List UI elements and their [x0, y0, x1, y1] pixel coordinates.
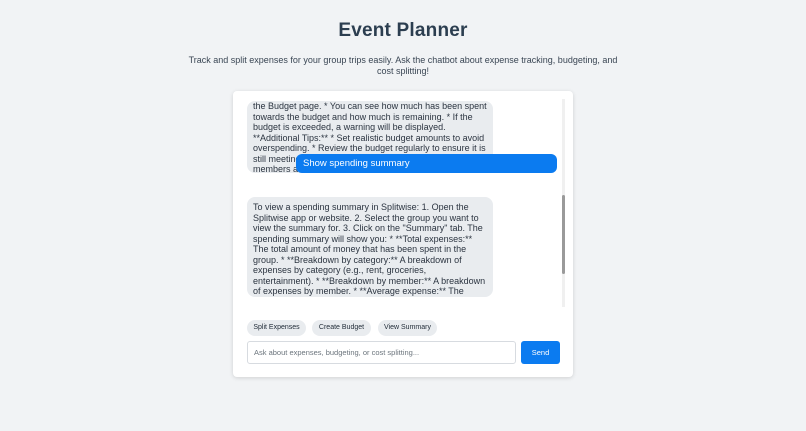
bot-message: To view a spending summary in Splitwise:…	[247, 197, 493, 297]
chat-card: the Budget page. * You can see how much …	[233, 91, 573, 377]
chat-scrollbar-thumb[interactable]	[562, 195, 565, 274]
chat-messages[interactable]: the Budget page. * You can see how much …	[233, 99, 573, 311]
page-title: Event Planner	[338, 20, 468, 41]
view-summary-button[interactable]: View Summary	[378, 320, 437, 336]
composer: Send	[247, 341, 560, 364]
chat-input[interactable]	[247, 341, 516, 364]
user-message: Show spending summary	[296, 154, 557, 173]
page-subtitle: Track and split expenses for your group …	[188, 55, 618, 76]
send-button[interactable]: Send	[521, 341, 560, 364]
create-budget-button[interactable]: Create Budget	[312, 320, 371, 336]
page: Event Planner Track and split expenses f…	[0, 0, 806, 431]
split-expenses-button[interactable]: Split Expenses	[247, 320, 306, 336]
chat-scrollbar[interactable]	[562, 99, 565, 307]
